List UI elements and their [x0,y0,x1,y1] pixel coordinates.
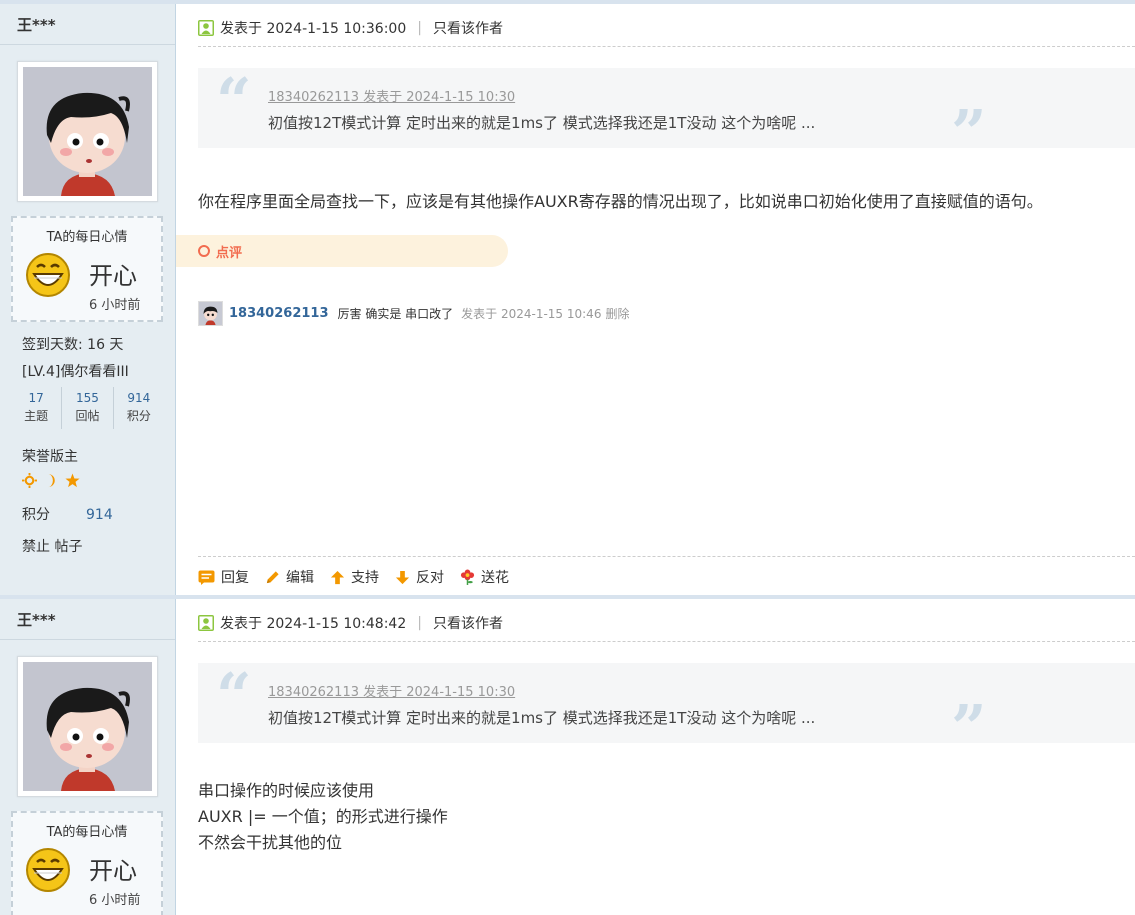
avatar-image [23,67,152,196]
stat-label: 主题 [24,409,49,423]
post-body-line: 不然会干扰其他的位 [198,833,343,852]
quote-block: “ 18340262113 发表于 2024-1-15 10:30 初值按12T… [198,659,1135,759]
edit-label: 编辑 [286,570,314,586]
stat-replies[interactable]: 155 回帖 [62,387,114,429]
user-level[interactable]: [LV.4]偶尔看看III [22,361,129,381]
oppose-label: 反对 [416,570,444,586]
reply-icon [198,570,215,585]
reply-button[interactable]: 回复 [198,567,249,587]
daily-mood: TA的每日心情 开心 6 小时前 [11,811,163,915]
quote-block: “ 18340262113 发表于 2024-1-15 10:30 初值按12T… [198,64,1135,164]
post-time: 发表于 2024-1-15 10:36:00 [220,21,407,37]
rank-medals [22,473,80,488]
divider [198,641,1135,642]
mood-title: TA的每日心情 [46,230,128,245]
online-user-icon [198,20,214,36]
author-sidebar: 王*** TA的每日心情 [0,4,176,595]
sun-icon [22,473,37,488]
stat-label: 积分 [126,409,151,423]
stat-value: 914 [127,391,151,405]
divider [198,46,1135,47]
quote-text: 初值按12T模式计算 定时出来的就是1ms了 模式选择我还是1T没动 这个为啥呢… [268,114,816,132]
author-name[interactable]: 王*** [17,609,56,630]
arrow-down-icon [395,570,410,584]
comment-text: 厉害 确实是 串口改了 [337,307,454,321]
post-meta: 发表于 2024-1-15 10:48:42 | 只看该作者 [198,613,503,633]
only-author-link[interactable]: 只看该作者 [433,613,503,633]
post-meta: 发表于 2024-1-15 10:36:00 | 只看该作者 [198,18,503,38]
quote-text: 初值按12T模式计算 定时出来的就是1ms了 模式选择我还是1T没动 这个为啥呢… [268,709,816,727]
support-button[interactable]: 支持 [330,567,379,587]
separator: | [417,20,422,36]
support-label: 支持 [351,570,379,586]
score-value: 914 [86,507,113,523]
flower-button[interactable]: 送花 [460,567,509,587]
mood-time: 6 小时前 [89,298,141,313]
oppose-button[interactable]: 反对 [395,567,444,587]
comment-time: 发表于 2024-1-15 10:46 [461,307,602,321]
daily-mood: TA的每日心情 开心 6 小时前 [11,216,163,322]
close-quote-icon: ” [951,96,987,169]
comment-delete-link[interactable]: 删除 [605,305,629,322]
post-body: 串口操作的时候应该使用 AUXR |= 一个值；的形式进行操作 不然会干扰其他的… [198,778,448,856]
score-row: 积分 914 [22,504,113,524]
happy-face-icon [26,253,70,297]
post-body: 你在程序里面全局查找一下，应该是有其他操作AUXR寄存器的情况出现了，比如说串口… [198,192,1043,211]
divider [0,44,175,45]
mood-text: 开心 [89,262,137,290]
user-group[interactable]: 荣誉版主 [22,446,78,466]
rating-header: 点评 [176,235,508,267]
open-quote-icon: “ [216,659,252,732]
stat-label: 回帖 [75,409,100,423]
stat-topics[interactable]: 17 主题 [11,387,63,429]
post-1: 王*** TA的每日心情 开心 6 小时前 签到天数: 16 天 [LV.4]偶… [0,0,1135,595]
mood-text: 开心 [89,857,137,885]
post-actions: 回复 编辑 支持 反对 送花 [198,567,525,587]
comment-avatar[interactable] [198,301,223,326]
post-time: 发表于 2024-1-15 10:48:42 [220,616,407,632]
post-body-line: AUXR |= 一个值；的形式进行操作 [198,807,448,826]
close-quote-icon: ” [951,691,987,764]
rating-label: 点评 [216,246,243,261]
separator: | [417,615,422,631]
reply-label: 回复 [221,570,249,586]
user-stats: 17 主题 155 回帖 914 积分 [11,387,164,429]
stat-points[interactable]: 914 积分 [114,387,164,429]
only-author-link[interactable]: 只看该作者 [433,18,503,38]
pencil-icon [266,570,279,583]
author-sidebar: 王*** TA的每日心情 [0,599,176,915]
flower-label: 送花 [481,570,509,586]
avatar[interactable] [17,61,158,202]
avatar-image [23,662,152,791]
post-content: 发表于 2024-1-15 10:36:00 | 只看该作者 “ 1834026… [176,4,1135,595]
arrow-up-icon [330,570,345,584]
comment-user-link[interactable]: 18340262113 [229,306,329,321]
author-name[interactable]: 王*** [17,14,56,35]
quote-author-link[interactable]: 18340262113 发表于 2024-1-15 10:30 [268,681,515,700]
comment-item: 18340262113 厉害 确实是 串口改了 发表于 2024-1-15 10… [198,301,629,326]
stat-value: 17 [28,391,44,405]
quote-author-link[interactable]: 18340262113 发表于 2024-1-15 10:30 [268,86,515,105]
sign-days: 签到天数: 16 天 [22,337,124,353]
happy-face-icon [26,848,70,892]
online-user-icon [198,615,214,631]
mood-time: 6 小时前 [89,893,141,908]
post-body-line: 串口操作的时候应该使用 [198,781,375,800]
post-2: 王*** TA的每日心情 开心 6 小时前 发表于 2024-1-15 10:4… [0,595,1135,915]
open-quote-icon: “ [216,64,252,137]
score-label: 积分 [22,507,50,523]
moon-icon [48,473,55,488]
stat-value: 155 [76,391,99,405]
circle-icon [198,245,210,257]
mood-title: TA的每日心情 [46,825,128,840]
ban-posts-link[interactable]: 禁止 帖子 [22,536,82,556]
post-content: 发表于 2024-1-15 10:48:42 | 只看该作者 “ 1834026… [176,599,1135,915]
flower-icon [460,569,475,585]
star-icon [65,473,80,488]
divider [198,556,1135,557]
edit-button[interactable]: 编辑 [265,567,314,587]
avatar[interactable] [17,656,158,797]
divider [0,639,175,640]
